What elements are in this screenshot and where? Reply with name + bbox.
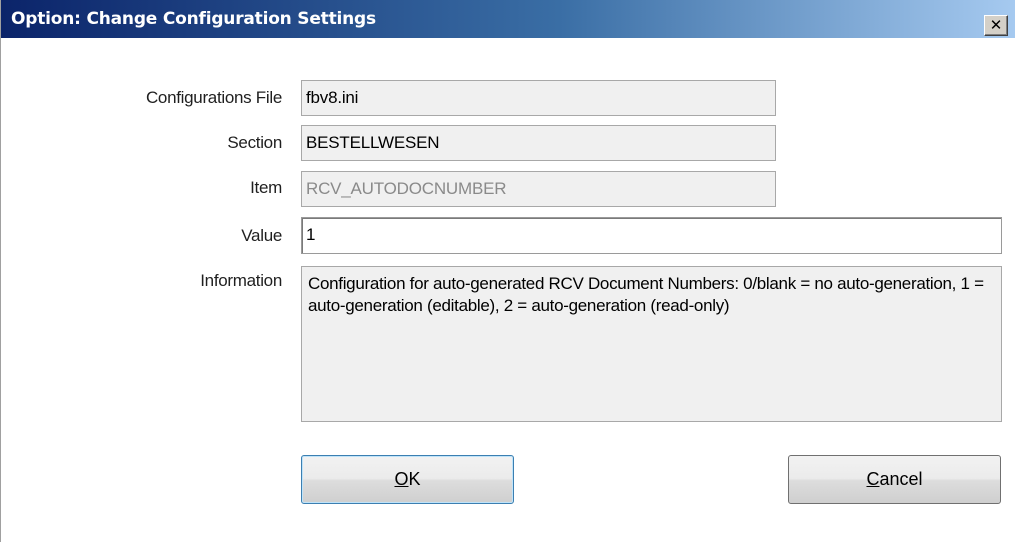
value-input[interactable]: 1	[301, 217, 1002, 254]
cancel-accel-key: C	[866, 469, 880, 489]
close-button[interactable]: ✕	[984, 15, 1008, 36]
information-text: Configuration for auto-generated RCV Doc…	[301, 266, 1002, 422]
config-file-label: Configurations File	[145, 88, 282, 107]
close-icon: ✕	[989, 16, 1003, 34]
title-bar[interactable]: Option: Change Configuration Settings ✕	[1, 0, 1015, 38]
item-label: Item	[250, 178, 282, 197]
ok-accel-key: O	[394, 469, 409, 489]
cancel-label-rest: ancel	[879, 469, 923, 489]
ok-button[interactable]: OK	[301, 455, 514, 504]
config-dialog: Option: Change Configuration Settings ✕ …	[0, 0, 1015, 542]
cancel-button[interactable]: Cancel	[788, 455, 1001, 504]
section-field: BESTELLWESEN	[301, 125, 776, 161]
dialog-title: Option: Change Configuration Settings	[11, 9, 376, 29]
ok-label-rest: K	[408, 469, 421, 489]
section-label: Section	[227, 133, 282, 152]
item-field: RCV_AUTODOCNUMBER	[301, 171, 776, 207]
information-label: Information	[200, 271, 282, 290]
config-file-field: fbv8.ini	[301, 80, 776, 116]
value-label: Value	[241, 226, 282, 245]
